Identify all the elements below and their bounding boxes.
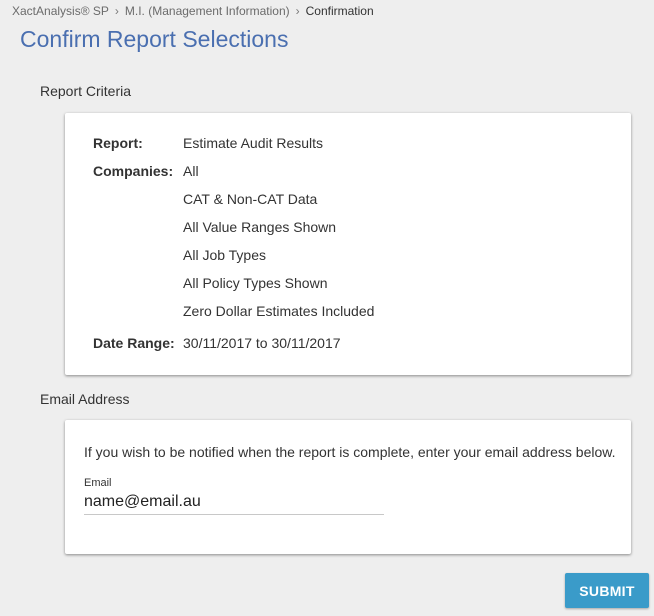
submit-button[interactable]: SUBMIT	[565, 573, 649, 608]
criteria-row-report: Report: Estimate Audit Results	[93, 135, 323, 151]
criteria-row-policy-types: All Policy Types Shown	[93, 275, 327, 291]
email-address-card: If you wish to be notified when the repo…	[65, 420, 631, 554]
criteria-row-zero-dollar: Zero Dollar Estimates Included	[93, 303, 374, 319]
companies-value: All Job Types	[183, 247, 267, 263]
companies-value: Zero Dollar Estimates Included	[183, 303, 375, 319]
companies-value: All	[183, 163, 199, 179]
criteria-row-cat-data: CAT & Non-CAT Data	[93, 191, 317, 207]
criteria-row-value-ranges: All Value Ranges Shown	[93, 219, 336, 235]
criteria-row-job-types: All Job Types	[93, 247, 266, 263]
breadcrumb-current: Confirmation	[305, 4, 374, 18]
report-key: Report:	[93, 135, 143, 151]
date-range-value: 30/11/2017 to 30/11/2017	[183, 335, 341, 351]
breadcrumb-link-xactanalysis[interactable]: XactAnalysis® SP	[12, 4, 109, 18]
email-field[interactable]	[84, 490, 384, 515]
breadcrumb-separator-icon: ›	[295, 4, 300, 18]
criteria-row-date-range: Date Range: 30/11/2017 to 30/11/2017	[93, 335, 341, 351]
date-range-key: Date Range:	[93, 335, 175, 351]
report-criteria-card: Report: Estimate Audit Results Companies…	[65, 113, 631, 375]
companies-value: All Policy Types Shown	[183, 275, 328, 291]
page-title: Confirm Report Selections	[20, 26, 289, 52]
email-intro-text: If you wish to be notified when the repo…	[84, 444, 616, 460]
report-value: Estimate Audit Results	[183, 135, 324, 151]
email-field-label: Email	[84, 477, 112, 489]
companies-key: Companies:	[93, 163, 174, 179]
breadcrumb-separator-icon: ›	[114, 4, 119, 18]
email-address-heading: Email Address	[40, 391, 130, 407]
report-criteria-heading: Report Criteria	[40, 83, 132, 99]
companies-value: All Value Ranges Shown	[183, 219, 337, 235]
breadcrumb-link-management-information[interactable]: M.I. (Management Information)	[125, 4, 290, 18]
companies-value: CAT & Non-CAT Data	[183, 191, 318, 207]
criteria-row-companies: Companies: All	[93, 163, 199, 179]
breadcrumb: XactAnalysis® SP › M.I. (Management Info…	[12, 4, 374, 18]
